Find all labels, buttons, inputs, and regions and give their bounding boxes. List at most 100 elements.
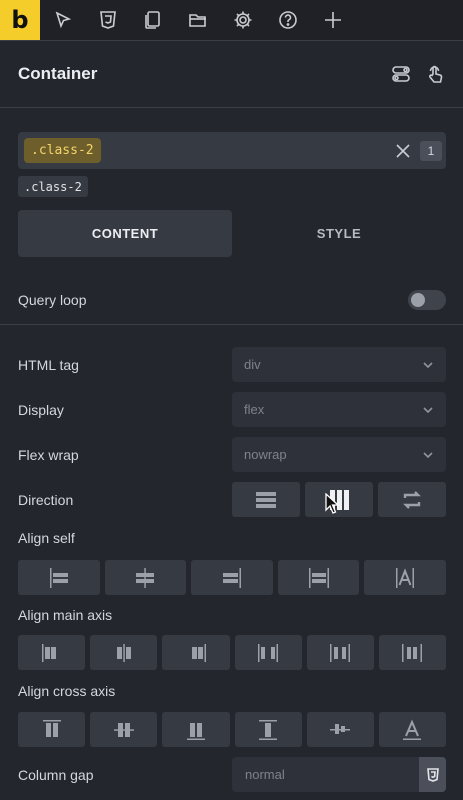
query-loop-toggle[interactable] bbox=[408, 290, 446, 310]
column-gap-input[interactable]: normal bbox=[232, 757, 446, 792]
align-items-start-button[interactable] bbox=[18, 712, 86, 747]
align-self-end-button[interactable] bbox=[191, 560, 273, 595]
chevron-down-icon bbox=[423, 361, 433, 368]
toggle-switch-icon bbox=[392, 66, 410, 82]
align-self-center-button[interactable] bbox=[104, 560, 187, 595]
divider bbox=[0, 324, 463, 325]
cursor-arrow-icon bbox=[55, 11, 71, 29]
direction-reverse-button[interactable] bbox=[378, 482, 446, 517]
display-select[interactable]: flex bbox=[232, 392, 446, 427]
justify-space-evenly-icon bbox=[402, 643, 423, 662]
align-items-end-icon bbox=[186, 722, 205, 740]
flex-wrap-value: nowrap bbox=[244, 447, 287, 462]
class-count-badge: 1 bbox=[420, 140, 442, 161]
display-value: flex bbox=[244, 402, 265, 417]
align-items-center-icon bbox=[113, 722, 134, 737]
help-button[interactable] bbox=[265, 0, 310, 40]
align-items-stretch-button[interactable] bbox=[234, 712, 302, 747]
column-gap-placeholder: normal bbox=[245, 767, 285, 782]
align-items-text-baseline-button[interactable] bbox=[378, 712, 447, 747]
align-items-baseline-icon bbox=[330, 723, 351, 734]
css3-icon bbox=[426, 767, 439, 782]
class-selector-input[interactable]: .class-2 1 bbox=[18, 132, 446, 169]
panel-title: Container bbox=[18, 64, 98, 83]
align-self-label: Align self bbox=[18, 530, 75, 546]
top-toolbar: b bbox=[0, 0, 463, 40]
pointer-touch-button[interactable] bbox=[425, 64, 445, 84]
align-center-icon bbox=[136, 567, 155, 588]
column-gap-label: Column gap bbox=[18, 766, 94, 783]
toggle-switch-button[interactable] bbox=[391, 64, 411, 84]
class-tag[interactable]: .class-2 bbox=[18, 176, 88, 197]
align-end-icon bbox=[222, 567, 241, 588]
folder-icon bbox=[188, 14, 206, 27]
justify-end-button[interactable] bbox=[162, 635, 230, 670]
css-value-button[interactable] bbox=[419, 757, 446, 792]
align-start-icon bbox=[49, 567, 68, 588]
justify-space-around-icon bbox=[330, 643, 351, 662]
tab-content[interactable]: CONTENT bbox=[18, 210, 232, 257]
justify-space-between-icon bbox=[258, 643, 279, 662]
align-cross-axis-buttons bbox=[18, 712, 447, 747]
templates-button[interactable] bbox=[175, 0, 220, 40]
direction-column-button[interactable] bbox=[232, 482, 300, 517]
align-main-axis-label: Align main axis bbox=[18, 607, 113, 623]
justify-start-icon bbox=[41, 643, 56, 662]
gear-icon bbox=[234, 11, 251, 29]
css-button[interactable] bbox=[85, 0, 130, 40]
close-icon bbox=[396, 143, 410, 158]
html-tag-row: HTML tag div bbox=[18, 347, 446, 382]
mouse-cursor-icon bbox=[325, 493, 339, 514]
css3-icon bbox=[99, 11, 116, 29]
flex-wrap-label: Flex wrap bbox=[18, 446, 79, 463]
direction-label: Direction bbox=[18, 491, 74, 508]
align-self-stretch-button[interactable] bbox=[277, 560, 360, 595]
html-tag-label: HTML tag bbox=[18, 356, 79, 373]
builder-logo[interactable]: b bbox=[0, 0, 40, 40]
query-loop-row: Query loop bbox=[18, 280, 446, 320]
panel-header: Container bbox=[0, 40, 463, 108]
align-items-text-baseline-icon bbox=[403, 718, 422, 740]
help-icon bbox=[278, 11, 297, 29]
html-tag-select[interactable]: div bbox=[232, 347, 446, 382]
justify-start-button[interactable] bbox=[18, 635, 86, 670]
clear-class-button[interactable] bbox=[394, 142, 412, 160]
chevron-down-icon bbox=[423, 406, 433, 413]
tab-style[interactable]: STYLE bbox=[232, 210, 446, 257]
display-label: Display bbox=[18, 401, 64, 418]
align-items-stretch-icon bbox=[259, 719, 278, 740]
select-tool-button[interactable] bbox=[40, 0, 85, 40]
direction-row: Direction bbox=[18, 482, 446, 517]
pointer-touch-icon bbox=[429, 65, 443, 83]
settings-button[interactable] bbox=[220, 0, 265, 40]
align-main-axis-buttons bbox=[18, 635, 447, 670]
pages-icon bbox=[144, 11, 160, 29]
align-items-start-icon bbox=[42, 719, 61, 737]
chevron-down-icon bbox=[423, 451, 433, 458]
column-gap-row: Column gap normal bbox=[18, 757, 446, 792]
justify-space-around-button[interactable] bbox=[306, 635, 374, 670]
justify-space-evenly-button[interactable] bbox=[378, 635, 447, 670]
html-tag-value: div bbox=[244, 357, 261, 372]
justify-end-icon bbox=[191, 643, 206, 662]
justify-center-button[interactable] bbox=[90, 635, 158, 670]
align-self-buttons bbox=[18, 560, 446, 595]
align-items-baseline-button[interactable] bbox=[306, 712, 374, 747]
align-items-end-button[interactable] bbox=[162, 712, 230, 747]
align-cross-axis-label: Align cross axis bbox=[18, 683, 116, 699]
add-element-button[interactable] bbox=[310, 0, 355, 40]
panel-tabs: CONTENT STYLE bbox=[18, 210, 446, 257]
pages-button[interactable] bbox=[130, 0, 175, 40]
direction-row-button[interactable] bbox=[305, 482, 373, 517]
align-self-start-button[interactable] bbox=[18, 560, 100, 595]
align-items-center-button[interactable] bbox=[90, 712, 158, 747]
plus-icon bbox=[324, 12, 341, 28]
flex-wrap-select[interactable]: nowrap bbox=[232, 437, 446, 472]
active-class-chip[interactable]: .class-2 bbox=[24, 138, 101, 163]
direction-column-icon bbox=[256, 491, 276, 508]
reverse-arrows-icon bbox=[403, 490, 421, 509]
align-self-baseline-button[interactable] bbox=[364, 560, 446, 595]
justify-space-between-button[interactable] bbox=[234, 635, 302, 670]
align-stretch-icon bbox=[308, 567, 329, 588]
query-loop-label: Query loop bbox=[18, 292, 87, 308]
